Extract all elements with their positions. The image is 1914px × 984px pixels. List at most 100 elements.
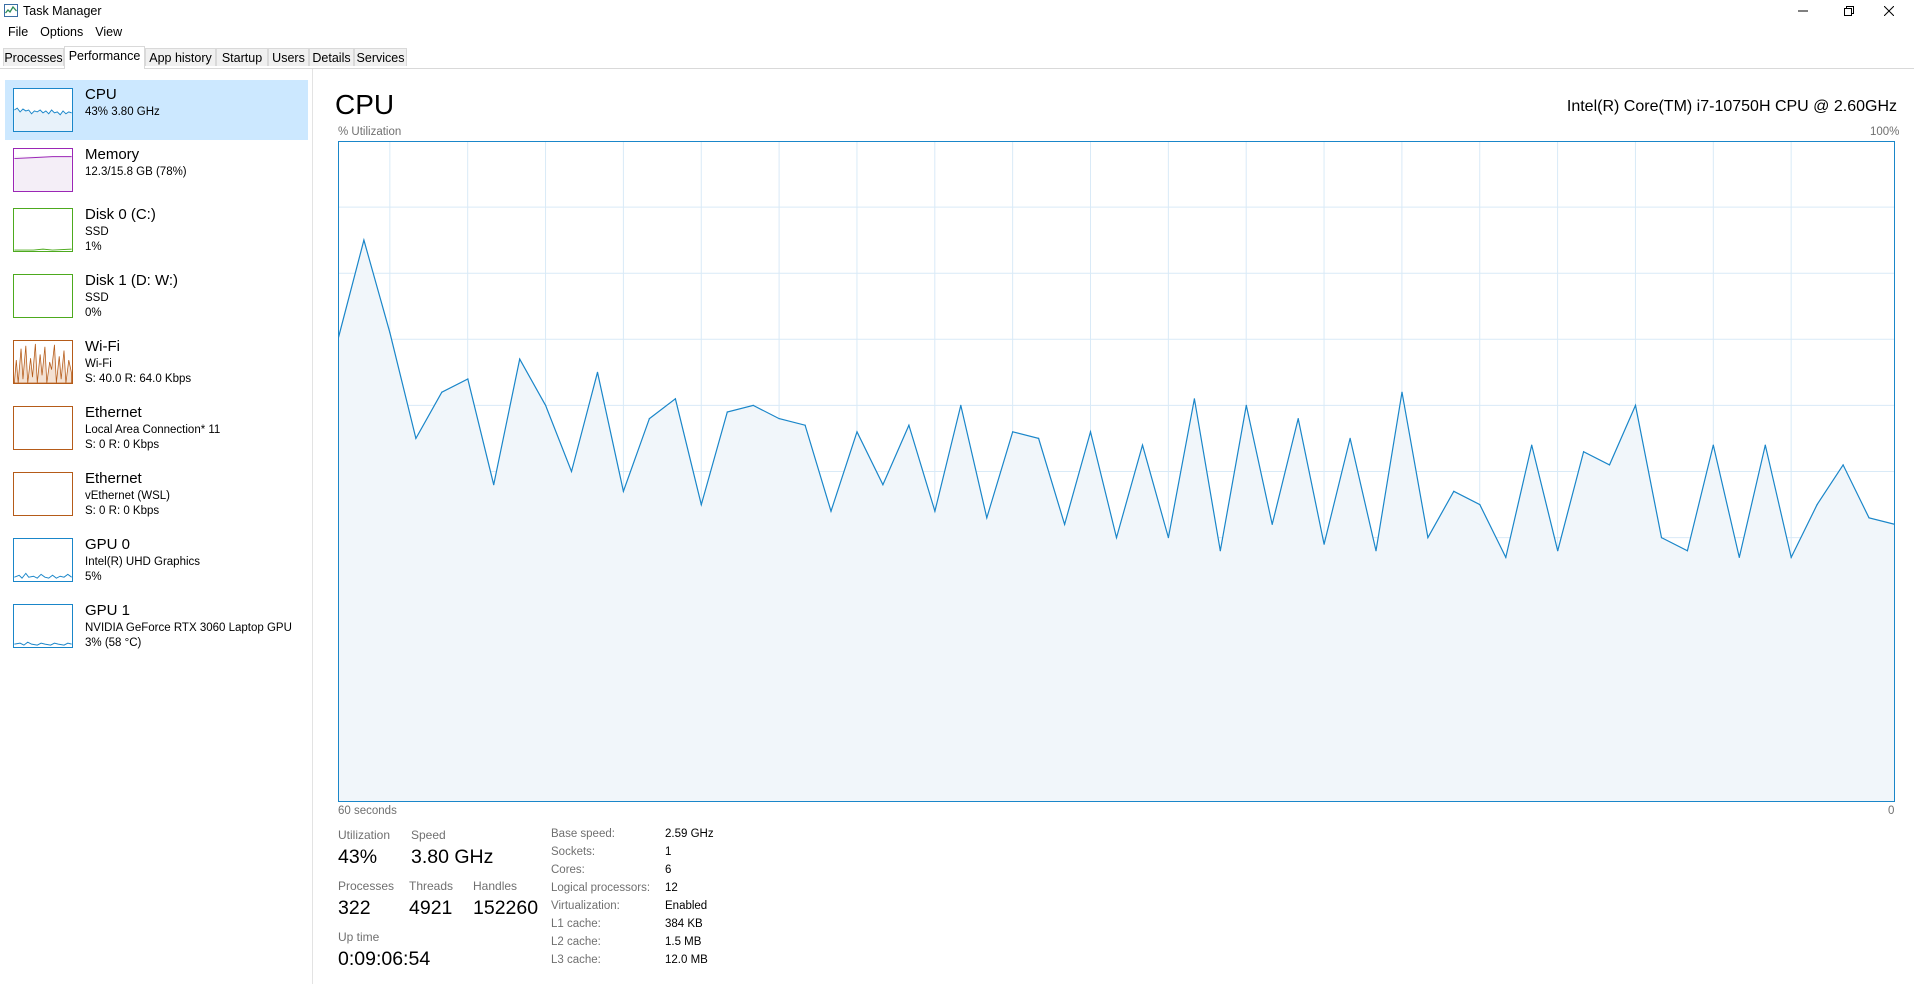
sidebar-item-wifi[interactable]: Wi-Fi Wi-Fi S: 40.0 R: 64.0 Kbps bbox=[5, 332, 308, 392]
spec-value: 1.5 MB bbox=[665, 936, 702, 948]
menu-bar: File Options View bbox=[0, 22, 126, 42]
utilization-point bbox=[1349, 437, 1351, 439]
utilization-point bbox=[648, 418, 650, 420]
sidebar-item-detail: Intel(R) UHD Graphics bbox=[85, 556, 201, 568]
sidebar-item-cpu[interactable]: CPU 43% 3.80 GHz bbox=[5, 80, 308, 140]
sidebar-item-gpu-1[interactable]: GPU 1 NVIDIA GeForce RTX 3060 Laptop GPU… bbox=[5, 596, 308, 656]
spec-label: L1 cache: bbox=[551, 918, 601, 930]
utilization-point bbox=[908, 424, 910, 426]
utilization-point bbox=[389, 332, 391, 334]
utilization-point bbox=[441, 391, 443, 393]
window-title: Task Manager bbox=[23, 4, 102, 18]
utilization-point bbox=[1634, 404, 1637, 406]
processes-value: 322 bbox=[338, 897, 371, 919]
utilization-point bbox=[1193, 398, 1195, 400]
spec-value: Enabled bbox=[665, 900, 708, 912]
spec-value: 6 bbox=[665, 864, 672, 876]
cpu-thumbnail bbox=[13, 88, 73, 132]
sidebar-item-title: GPU 1 bbox=[85, 602, 131, 619]
tab-users[interactable]: Users bbox=[268, 48, 309, 66]
menu-options[interactable]: Options bbox=[40, 22, 83, 42]
sidebar-item-detail: 3% (58 °C) bbox=[85, 637, 142, 649]
utilization-point bbox=[1868, 517, 1870, 519]
spec-value: 384 KB bbox=[665, 918, 703, 930]
utilization-point bbox=[1686, 550, 1688, 552]
sidebar-item-title: Disk 0 (C:) bbox=[85, 206, 156, 223]
restore-icon bbox=[1844, 6, 1854, 16]
tab-performance[interactable]: Performance bbox=[64, 46, 145, 69]
utilization-value: 43% bbox=[338, 846, 378, 868]
utilization-point bbox=[1064, 523, 1066, 525]
utilization-point bbox=[1453, 490, 1455, 492]
uptime-label: Up time bbox=[338, 930, 380, 944]
sidebar-item-detail: 43% 3.80 GHz bbox=[85, 106, 160, 118]
sidebar-item-gpu-0[interactable]: GPU 0 Intel(R) UHD Graphics 5% bbox=[5, 530, 308, 590]
tab-app-history[interactable]: App history bbox=[145, 48, 216, 66]
tab-services[interactable]: Services bbox=[354, 48, 407, 66]
utilization-point bbox=[1038, 437, 1040, 439]
memory-thumbnail bbox=[13, 148, 73, 192]
sidebar-item-title: Ethernet bbox=[85, 404, 142, 421]
minimize-icon bbox=[1798, 10, 1808, 12]
utilization-point bbox=[1167, 537, 1169, 539]
utilization-point bbox=[1660, 537, 1663, 539]
sidebar-item-memory[interactable]: Memory 12.3/15.8 GB (78%) bbox=[5, 140, 308, 200]
utilization-point bbox=[622, 490, 624, 492]
tab-processes[interactable]: Processes bbox=[3, 48, 64, 66]
utilization-point bbox=[960, 404, 962, 406]
threads-value: 4921 bbox=[409, 897, 453, 919]
sidebar-item-disk-0[interactable]: Disk 0 (C:) SSD 1% bbox=[5, 200, 308, 260]
utilization-point bbox=[545, 404, 547, 406]
sidebar-item-title: Ethernet bbox=[85, 470, 142, 487]
utilization-point bbox=[1089, 431, 1092, 433]
wifi-thumbnail bbox=[13, 340, 73, 384]
sidebar-item-title: GPU 0 bbox=[85, 536, 131, 553]
sidebar-item-detail: S: 0 R: 0 Kbps bbox=[85, 439, 160, 451]
tab-details[interactable]: Details bbox=[309, 48, 354, 66]
disk-thumbnail bbox=[13, 274, 73, 318]
utilization-point bbox=[1271, 523, 1273, 525]
utilization-point bbox=[752, 404, 754, 406]
utilization-point bbox=[1557, 550, 1559, 552]
sidebar-item-detail: SSD bbox=[85, 226, 109, 238]
spec-value: 2.59 GHz bbox=[665, 828, 714, 840]
sidebar-item-detail: Wi-Fi bbox=[85, 358, 112, 370]
utilization-point bbox=[882, 484, 884, 486]
menu-view[interactable]: View bbox=[95, 22, 122, 42]
sidebar-item-detail: Local Area Connection* 11 bbox=[85, 424, 221, 436]
menu-file[interactable]: File bbox=[8, 22, 28, 42]
spec-label: L3 cache: bbox=[551, 954, 601, 966]
sidebar-item-detail: SSD bbox=[85, 292, 109, 304]
utilization-point bbox=[1375, 550, 1377, 552]
close-button[interactable] bbox=[1866, 0, 1912, 22]
handles-label: Handles bbox=[473, 879, 518, 893]
graph-max-label: 100% bbox=[1870, 126, 1900, 138]
utilization-point bbox=[1323, 543, 1325, 545]
sidebar-item-detail: 12.3/15.8 GB (78%) bbox=[85, 166, 187, 178]
close-icon bbox=[1884, 6, 1894, 16]
utilization-point bbox=[363, 239, 365, 241]
spec-label: Virtualization: bbox=[551, 900, 620, 912]
gpu-thumbnail bbox=[13, 538, 73, 582]
utilization-point bbox=[726, 411, 728, 413]
sidebar-item-ethernet-1[interactable]: Ethernet Local Area Connection* 11 S: 0 … bbox=[5, 398, 308, 458]
sidebar-item-title: Wi-Fi bbox=[85, 338, 120, 355]
utilization-point bbox=[778, 418, 780, 420]
ethernet-thumbnail bbox=[13, 472, 73, 516]
spec-label: Cores: bbox=[551, 864, 585, 876]
utilization-point bbox=[1608, 464, 1611, 466]
utilization-point bbox=[700, 504, 702, 506]
utilization-point bbox=[519, 358, 521, 360]
utilization-point bbox=[1842, 464, 1844, 466]
tab-startup[interactable]: Startup bbox=[216, 48, 268, 66]
spec-label: Base speed: bbox=[551, 828, 615, 840]
utilization-point bbox=[1764, 444, 1766, 446]
sidebar-item-ethernet-2[interactable]: Ethernet vEthernet (WSL) S: 0 R: 0 Kbps bbox=[5, 464, 308, 524]
sidebar-item-title: Memory bbox=[85, 146, 140, 163]
utilization-point bbox=[1505, 556, 1507, 558]
sidebar-item-disk-1[interactable]: Disk 1 (D: W:) SSD 0% bbox=[5, 266, 308, 326]
utilization-point bbox=[804, 424, 806, 426]
utilization-point bbox=[934, 510, 936, 512]
utilization-point bbox=[674, 398, 676, 400]
minimize-button[interactable] bbox=[1780, 0, 1826, 22]
